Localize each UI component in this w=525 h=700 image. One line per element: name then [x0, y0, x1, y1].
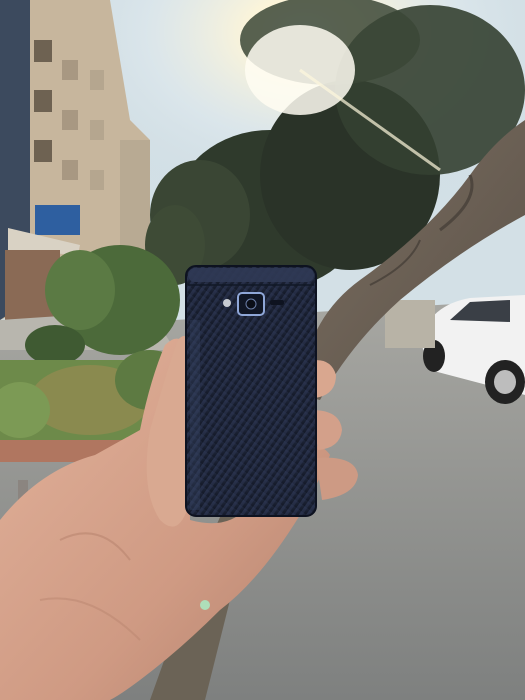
photo-illustration — [0, 0, 525, 700]
flip-phone — [185, 265, 317, 517]
speaker-grille — [270, 300, 284, 305]
photo-scene — [0, 0, 525, 700]
lens-flare — [200, 600, 210, 610]
flash-icon — [223, 299, 231, 307]
